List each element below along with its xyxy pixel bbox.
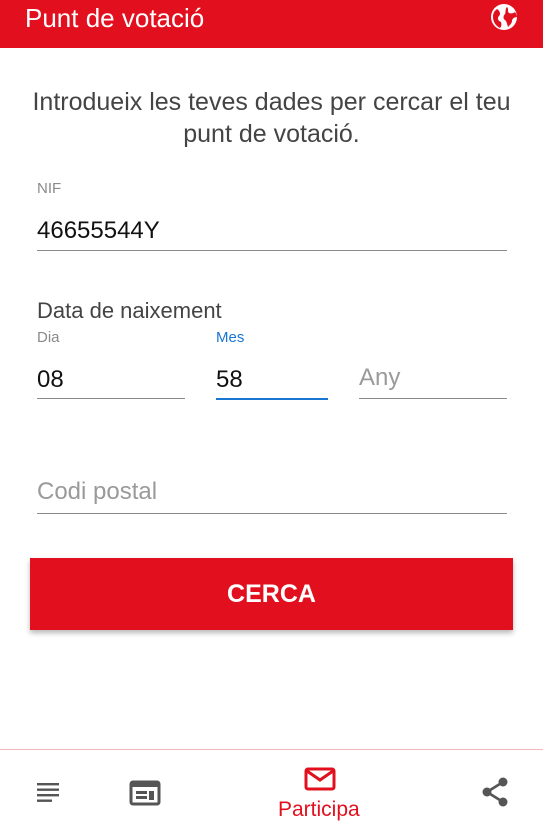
share-icon[interactable]	[480, 776, 510, 808]
nif-underline	[37, 250, 507, 251]
month-underline	[216, 398, 328, 400]
bottom-nav-divider	[0, 749, 543, 750]
month-label: Mes	[216, 329, 245, 346]
web-page-icon[interactable]	[129, 780, 161, 806]
nif-label: NIF	[37, 180, 62, 197]
page-title: Punt de votació	[25, 3, 205, 33]
mail-icon[interactable]	[304, 767, 336, 791]
postal-code-input[interactable]: Codi postal	[37, 478, 157, 506]
year-underline	[359, 398, 507, 399]
list-icon[interactable]	[36, 781, 62, 803]
postal-code-underline	[37, 513, 507, 514]
globe-icon[interactable]	[488, 2, 520, 32]
day-input[interactable]: 08	[37, 366, 64, 394]
nav-label-participa[interactable]: Participa	[278, 798, 360, 822]
day-label: Dia	[37, 329, 60, 346]
nif-input[interactable]: 46655544Y	[37, 217, 160, 245]
intro-text: Introdueix les teves dades per cercar el…	[32, 88, 511, 148]
birthdate-title: Data de naixement	[37, 298, 222, 323]
year-input[interactable]: Any	[359, 364, 400, 392]
day-underline	[37, 398, 185, 399]
app-bar: Punt de votació	[0, 0, 543, 48]
month-input[interactable]: 58	[216, 366, 243, 394]
search-button[interactable]: CERCA	[30, 558, 513, 630]
